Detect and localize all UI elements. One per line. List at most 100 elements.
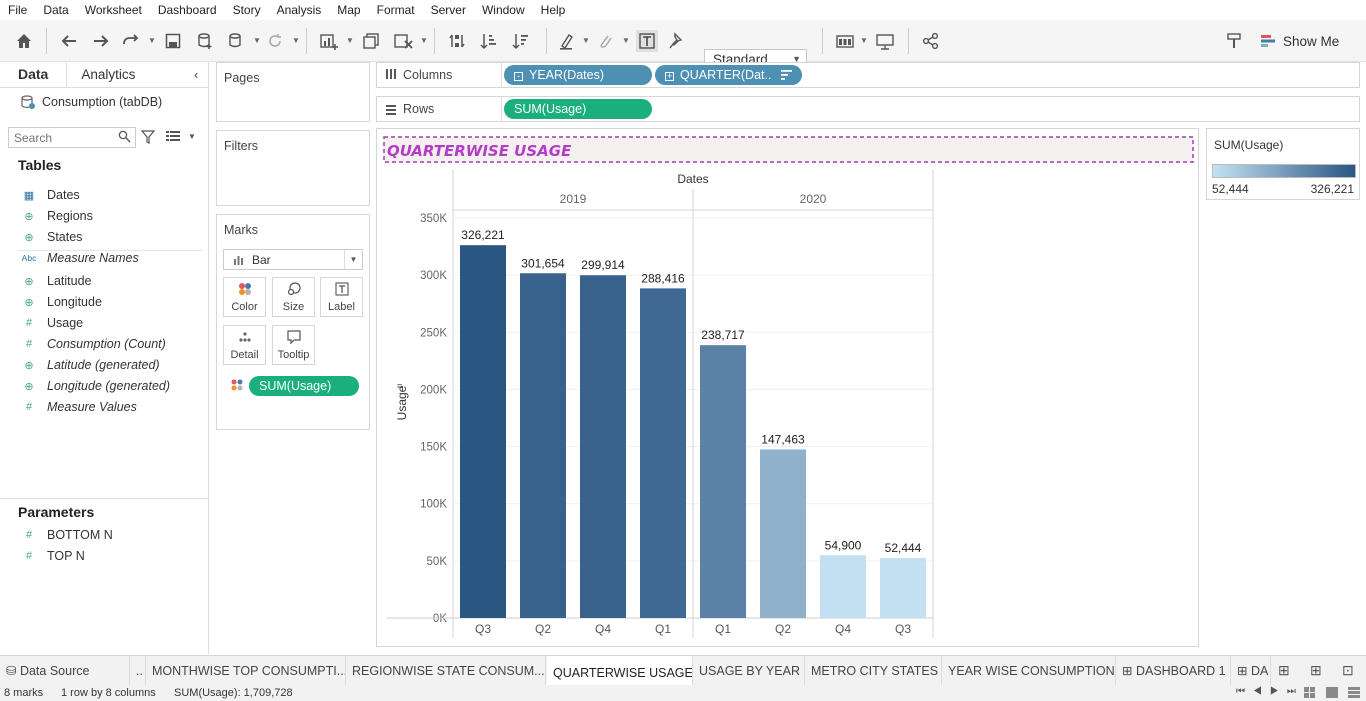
detail-icon — [224, 329, 265, 349]
field-usage[interactable]: # Usage — [20, 316, 83, 330]
menu-format[interactable]: Format — [369, 0, 423, 20]
menu-analysis[interactable]: Analysis — [269, 0, 330, 20]
field-label: States — [47, 230, 83, 244]
menu-help[interactable]: Help — [533, 0, 574, 20]
hash-icon: # — [25, 338, 33, 350]
filter-icon[interactable] — [140, 130, 156, 147]
filmstrip-view-icon[interactable] — [1326, 687, 1338, 701]
new-dashboard-icon[interactable]: ⊞ — [1310, 662, 1322, 679]
new-datasource-icon[interactable] — [194, 30, 216, 52]
pages-shelf[interactable]: Pages — [216, 62, 370, 122]
search-input[interactable] — [9, 128, 114, 147]
tab-data[interactable]: Data — [0, 62, 67, 87]
filters-shelf[interactable]: Filters — [216, 130, 370, 206]
y-tick-label: 200K — [420, 384, 447, 396]
tab-metro-city-states[interactable]: METRO CITY STATES — [805, 656, 942, 686]
field-longitude-generated[interactable]: ⊕ Longitude (generated) — [20, 379, 170, 393]
sum-usage-pill[interactable]: SUM(Usage) — [504, 99, 652, 119]
parameter-top-n[interactable]: # TOP N — [20, 549, 85, 563]
highlight-icon[interactable] — [556, 30, 578, 52]
size-label: Size — [282, 301, 305, 313]
tab-dashboard-1[interactable]: ⊞ DASHBOARD 1 — [1116, 656, 1231, 686]
field-dates[interactable]: ▦ Dates — [20, 188, 80, 202]
tab-usage-by-year[interactable]: USAGE BY YEAR — [693, 656, 805, 686]
menu-window[interactable]: Window — [474, 0, 533, 20]
field-measure-names[interactable]: Abc Measure Names — [20, 251, 139, 265]
color-button[interactable]: Color — [223, 277, 266, 317]
show-mark-labels-icon[interactable] — [636, 30, 658, 52]
grid-view-icon[interactable] — [1304, 687, 1315, 701]
view-options-icon[interactable]: ▼ — [166, 130, 196, 142]
bar-value-label: 301,654 — [521, 256, 565, 270]
color-legend[interactable]: SUM(Usage) 52,444 326,221 — [1206, 128, 1360, 200]
group-members-icon[interactable] — [594, 30, 616, 52]
list-view-icon[interactable] — [1348, 687, 1360, 701]
format-painter-icon[interactable] — [1223, 30, 1245, 52]
tooltip-button[interactable]: Tooltip — [272, 325, 315, 365]
menu-dashboard[interactable]: Dashboard — [150, 0, 225, 20]
sort-ascending-icon[interactable] — [478, 30, 500, 52]
field-latitude-generated[interactable]: ⊕ Latitude (generated) — [20, 358, 159, 372]
field-regions[interactable]: ⊕ Regions — [20, 209, 92, 223]
menu-worksheet[interactable]: Worksheet — [77, 0, 150, 20]
new-story-icon[interactable]: ⊡ — [1342, 662, 1354, 679]
clear-sheet-icon[interactable] — [392, 30, 414, 52]
dashboard-icon: ⊞ — [1122, 664, 1136, 678]
status-rows-cols: 1 row by 8 columns — [61, 687, 156, 699]
presentation-mode-icon[interactable] — [874, 30, 896, 52]
parameter-bottom-n[interactable]: # BOTTOM N — [20, 528, 113, 542]
field-measure-values[interactable]: # Measure Values — [20, 400, 137, 414]
field-longitude[interactable]: ⊕ Longitude — [20, 295, 102, 309]
field-consumption-count[interactable]: # Consumption (Count) — [20, 337, 166, 351]
save-icon[interactable] — [162, 30, 184, 52]
color-label: Color — [231, 301, 258, 313]
tab-analytics[interactable]: Analytics — [66, 62, 200, 87]
fix-axes-icon[interactable] — [666, 30, 688, 52]
collapse-pane-icon[interactable]: ‹ — [194, 67, 198, 82]
refresh-icon[interactable] — [264, 30, 286, 52]
tab-more[interactable]: .. — [130, 656, 146, 686]
menu-map[interactable]: Map — [329, 0, 368, 20]
x-tick-label: Q3 — [475, 622, 491, 636]
sheet-navigation-icons[interactable]: ⏮◀▶⏭ — [1236, 686, 1304, 697]
redo-icon[interactable] — [90, 30, 112, 52]
tab-regionwise-state-consum[interactable]: REGIONWISE STATE CONSUM... — [346, 656, 546, 686]
marks-color-pill[interactable]: SUM(Usage) — [249, 376, 359, 396]
share-icon[interactable] — [920, 30, 942, 52]
new-worksheet-icon[interactable]: ⊞ — [1278, 662, 1290, 679]
datasource-options-icon[interactable] — [225, 30, 247, 52]
size-button[interactable]: Size — [272, 277, 315, 317]
tab-year-wise-consumption[interactable]: YEAR WISE CONSUMPTION — [942, 656, 1116, 686]
tab-monthwise-top-consumpti[interactable]: MONTHWISE TOP CONSUMPTI... — [146, 656, 346, 686]
home-icon[interactable] — [13, 30, 35, 52]
y-tick-label: 0K — [433, 613, 447, 625]
tab-da[interactable]: ⊞ DA — [1231, 656, 1271, 686]
quarter-dates-pill[interactable]: + QUARTER(Dat.. — [655, 65, 802, 85]
tab-data-source[interactable]: ⛁ Data Source — [0, 656, 130, 686]
mark-type-dropdown[interactable]: Bar ▼ — [223, 249, 363, 270]
menu-file[interactable]: File — [0, 0, 35, 20]
field-latitude[interactable]: ⊕ Latitude — [20, 274, 91, 288]
rows-shelf[interactable]: Rows SUM(Usage) — [376, 96, 1360, 122]
field-states[interactable]: ⊕ States — [20, 230, 82, 244]
show-cards-icon[interactable] — [834, 30, 856, 52]
show-me-button[interactable]: Show Me — [1260, 30, 1339, 52]
new-worksheet-icon[interactable] — [318, 30, 340, 52]
tab-quarterwise-usage[interactable]: QUARTERWISE USAGE — [547, 656, 693, 686]
sheet-title: QUARTERWISE USAGE — [387, 142, 572, 160]
year-dates-pill[interactable]: - YEAR(Dates) — [504, 65, 652, 85]
undo-icon[interactable] — [58, 30, 80, 52]
detail-button[interactable]: Detail — [223, 325, 266, 365]
menu-data[interactable]: Data — [35, 0, 76, 20]
menu-server[interactable]: Server — [423, 0, 474, 20]
bar — [760, 449, 806, 618]
label-button[interactable]: Label — [320, 277, 363, 317]
search-field[interactable] — [8, 127, 136, 148]
columns-shelf[interactable]: Columns - YEAR(Dates) + QUARTER(Dat.. — [376, 62, 1360, 88]
datasource-item[interactable]: Consumption (tabDB) — [20, 94, 162, 110]
duplicate-sheet-icon[interactable] — [360, 30, 382, 52]
swap-icon[interactable] — [120, 30, 142, 52]
swap-rows-columns-icon[interactable] — [446, 30, 468, 52]
menu-story[interactable]: Story — [225, 0, 269, 20]
sort-descending-icon[interactable] — [510, 30, 532, 52]
